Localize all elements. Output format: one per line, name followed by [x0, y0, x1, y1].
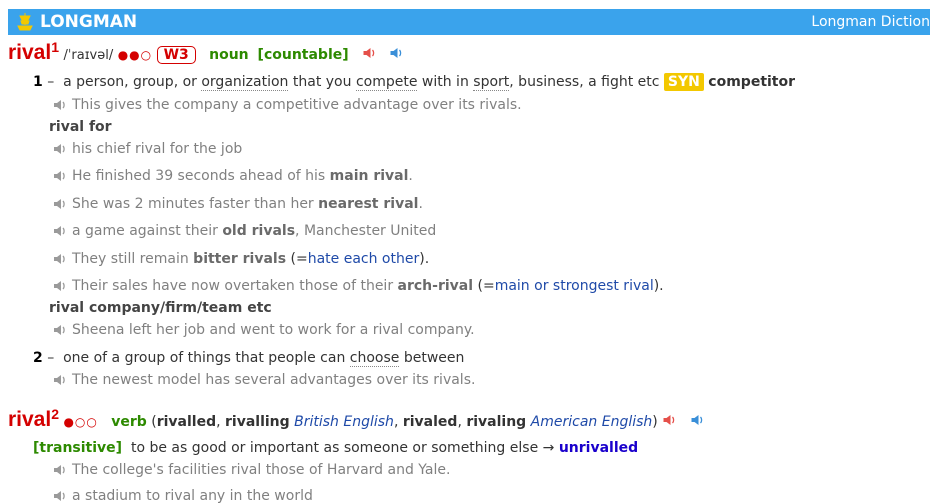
speaker-icon[interactable]	[53, 170, 66, 181]
word-link[interactable]: organization	[201, 74, 289, 91]
dictionary-title: Longman Diction	[811, 14, 930, 30]
speaker-icon[interactable]	[53, 490, 66, 501]
grammar-label: [transitive]	[33, 440, 123, 456]
speaker-british-icon[interactable]	[362, 47, 376, 59]
definition-text: a person, group, or	[63, 74, 202, 90]
dash: –	[47, 74, 55, 90]
example: The college's facilities rival those of …	[53, 462, 450, 478]
speaker-icon[interactable]	[53, 464, 66, 475]
example: The newest model has several advantages …	[53, 372, 475, 388]
example: They still remain bitter rivals (=hate e…	[53, 251, 429, 267]
definition-text: one of a group of things that people can	[63, 350, 350, 366]
speaker-icon[interactable]	[53, 374, 66, 385]
sense-2: 2 – one of a group of things that people…	[33, 350, 465, 367]
word-link[interactable]: sport	[473, 74, 510, 91]
entry2-header: rival2 ●○○ verb (rivalled, rivalling Bri…	[8, 406, 704, 432]
example: Sheena left her job and went to work for…	[53, 322, 475, 338]
frequency-dots: ●●○	[117, 48, 153, 62]
cross-reference-link[interactable]: unrivalled	[559, 440, 638, 456]
collocation: rival company/firm/team etc	[49, 300, 272, 316]
entry1-header: rival1 /ˈraɪvəl/ ●●○ W3 noun [countable]	[8, 39, 403, 65]
example: He finished 39 seconds ahead of his main…	[53, 168, 413, 184]
word-link[interactable]: compete	[355, 74, 418, 91]
collocation: rival for	[49, 119, 112, 135]
speaker-icon[interactable]	[53, 198, 66, 209]
definition-text: , business, a fight etc	[509, 74, 660, 90]
sense-number: 1	[33, 74, 43, 90]
speaker-icon[interactable]	[53, 225, 66, 236]
speaker-icon[interactable]	[53, 253, 66, 264]
speaker-american-icon[interactable]	[389, 47, 403, 59]
example: This gives the company a competitive adv…	[53, 97, 522, 113]
w3-badge: W3	[156, 46, 196, 64]
word-link[interactable]: choose	[349, 350, 400, 367]
sense-1: 1 – a person, group, or organization tha…	[33, 73, 795, 91]
sense-number: 2	[33, 350, 43, 366]
speaker-icon[interactable]	[53, 99, 66, 110]
speaker-american-icon[interactable]	[690, 414, 704, 426]
pronunciation: /ˈraɪvəl/	[63, 48, 114, 63]
speaker-icon[interactable]	[53, 324, 66, 335]
grammar-label: [countable]	[257, 47, 349, 63]
example: a game against their old rivals, Manches…	[53, 223, 436, 239]
frequency-dots: ●○○	[63, 415, 98, 429]
headword: rival1	[8, 39, 59, 64]
speaker-icon[interactable]	[53, 280, 66, 291]
speaker-icon[interactable]	[53, 143, 66, 154]
definition-text: to be as good or important as someone or…	[130, 440, 555, 456]
example: She was 2 minutes faster than her neares…	[53, 196, 423, 212]
part-of-speech: noun	[209, 47, 249, 63]
example: Their sales have now overtaken those of …	[53, 278, 664, 294]
synonym-word[interactable]: competitor	[708, 74, 795, 90]
definition-text: that you	[288, 74, 356, 90]
logo-text: LONGMAN	[40, 12, 138, 32]
headword: rival2	[8, 406, 59, 431]
top-bar: LONGMAN Longman Diction	[8, 9, 930, 35]
inflections: (rivalled, rivalling British English, ri…	[151, 414, 658, 430]
definition-text: with in	[417, 74, 474, 90]
dash: –	[47, 350, 55, 366]
entry2-sense: [transitive] to be as good or important …	[33, 440, 638, 456]
ship-logo-icon	[17, 13, 33, 31]
example: his chief rival for the job	[53, 141, 242, 157]
longman-logo: LONGMAN	[16, 12, 137, 32]
speaker-british-icon[interactable]	[662, 414, 676, 426]
definition-text: between	[399, 350, 465, 366]
syn-badge: SYN	[663, 73, 704, 91]
part-of-speech: verb	[111, 414, 147, 430]
